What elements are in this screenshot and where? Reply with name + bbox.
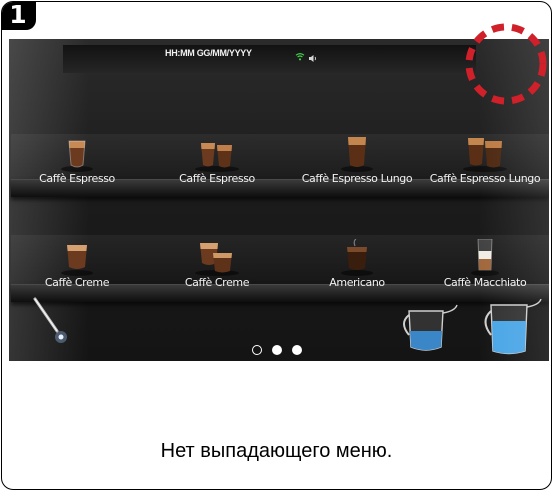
lungo-cup-icon [341,137,373,172]
drink-label: Caffè Espresso Lungo [301,172,413,185]
highlight-circle [465,23,547,105]
drink-button-caffe-creme[interactable]: Caffè Creme [15,239,139,293]
instruction-caption: Нет выпадающего меню. [160,440,393,462]
creme-cup-icon [61,245,93,276]
instruction-frame: 1 HH:MM GG/MM/YYYY Caffè Espresso Caffè … [1,1,552,490]
drink-button-americano[interactable]: Americano [295,239,419,293]
drink-label: Caffè Espresso Lungo [429,172,541,185]
status-bar [63,45,476,73]
drink-label: Caffè Espresso [39,172,115,185]
steam-wand-icon[interactable] [33,297,69,350]
macchiato-glass-icon [471,239,499,276]
americano-cup-icon [341,239,373,276]
step-number-badge: 1 [2,2,36,30]
speaker-icon [309,49,318,67]
drink-label: Caffè Espresso [179,172,255,185]
drink-button-double-caffe-creme[interactable]: Caffè Creme [155,239,279,293]
datetime-readout: HH:MM GG/MM/YYYY [165,48,252,58]
drink-button-double-espresso-lungo[interactable]: Caffè Espresso Lungo [423,135,547,189]
drink-label: Americano [329,276,385,289]
drink-button-double-espresso[interactable]: Caffè Espresso [155,135,279,189]
drink-button-espresso[interactable]: Caffè Espresso [15,135,139,189]
drink-button-caffe-macchiato[interactable]: Caffè Macchiato [423,239,547,293]
double-creme-cups-icon [195,243,239,276]
page-dot-1[interactable] [252,345,262,355]
milk-pitcher-large-icon[interactable] [477,298,543,361]
page-dot-2[interactable] [272,345,282,355]
espresso-cup-icon [61,140,93,172]
drink-label: Caffè Macchiato [443,276,527,289]
milk-pitcher-icon[interactable] [397,301,459,360]
page-indicator [252,344,312,356]
drink-label: Caffè Creme [184,276,250,289]
page-dot-3[interactable] [292,345,302,355]
wifi-icon [295,48,305,66]
drink-button-espresso-lungo[interactable]: Caffè Espresso Lungo [295,135,419,189]
drink-label: Caffè Creme [44,276,110,289]
double-espresso-cups-icon [195,143,239,172]
double-lungo-cups-icon [463,138,507,172]
